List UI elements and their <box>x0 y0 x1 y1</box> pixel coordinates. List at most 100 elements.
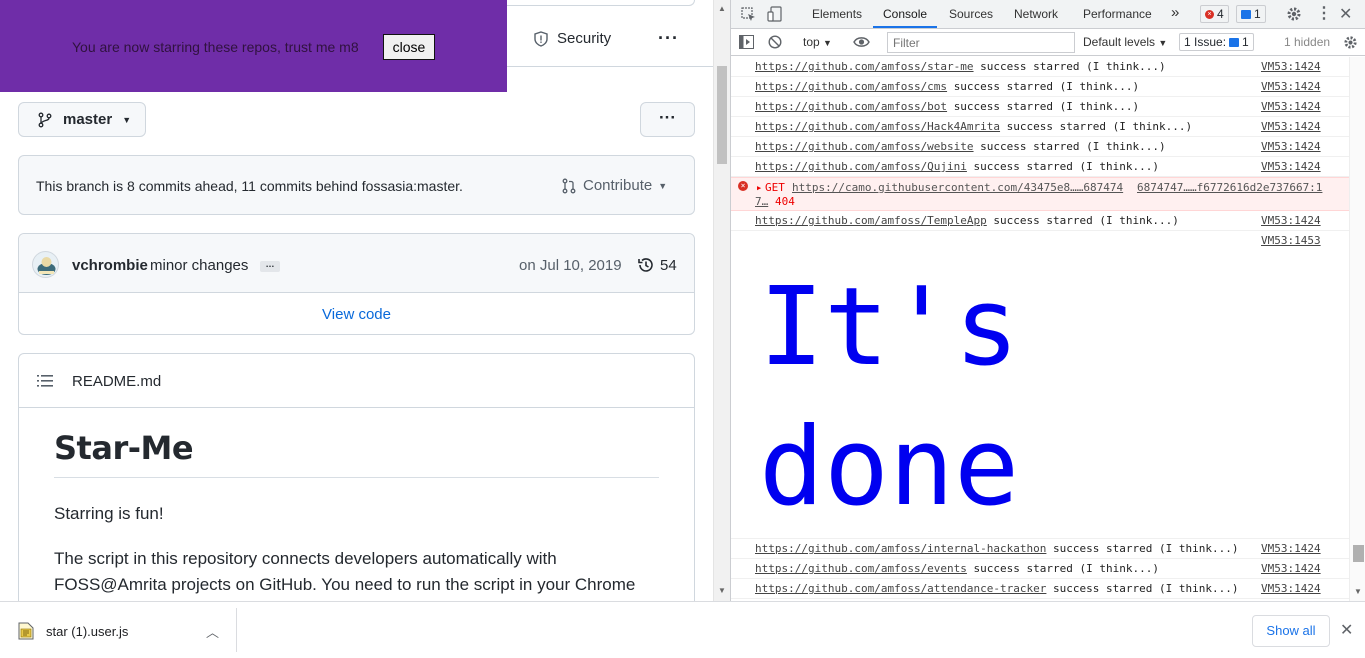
log-url-link[interactable]: https://github.com/amfoss/website <box>755 140 974 153</box>
message-count-badge[interactable]: 1 <box>1236 5 1266 23</box>
readme-filename: README.md <box>72 373 162 390</box>
commit-author[interactable]: vchrombie <box>72 257 148 274</box>
log-message: success starred (I think...) <box>1006 120 1193 133</box>
log-url-link[interactable]: https://github.com/amfoss/attendance-tra… <box>755 582 1046 595</box>
tab-elements[interactable]: Elements <box>812 7 862 21</box>
error-method: GET <box>765 181 785 194</box>
tab-performance[interactable]: Performance <box>1083 7 1152 21</box>
scrollbar-thumb[interactable] <box>717 66 727 164</box>
log-source-link[interactable]: VM53:1424 <box>1261 211 1321 230</box>
log-url-link[interactable]: https://github.com/amfoss/TempleApp <box>755 214 987 227</box>
tab-sources[interactable]: Sources <box>949 7 993 21</box>
issues-label: 1 Issue: <box>1184 35 1227 49</box>
starring-banner: You are now starring these repos, trust … <box>0 0 507 92</box>
view-code-link[interactable]: View code <box>19 306 694 323</box>
console-settings-gear-icon[interactable] <box>1343 35 1358 50</box>
log-url-link[interactable]: https://github.com/amfoss/internal-hacka… <box>755 542 1046 555</box>
clear-console-icon[interactable] <box>768 35 782 49</box>
commit-message[interactable]: minor changes <box>150 257 248 274</box>
log-url-link[interactable]: https://github.com/amfoss/star-me <box>755 60 974 73</box>
sidebar-toggle-icon[interactable] <box>739 35 754 49</box>
error-count-badge[interactable]: × 4 <box>1200 5 1229 23</box>
issue-icon <box>1229 37 1240 47</box>
banner-close-button[interactable]: close <box>383 34 435 60</box>
devtools-panel: Elements Console Sources Network Perform… <box>730 0 1365 601</box>
shield-icon <box>534 30 548 47</box>
settings-gear-icon[interactable] <box>1286 6 1302 22</box>
close-icon[interactable]: ✕ <box>1340 620 1353 640</box>
issues-button[interactable]: 1 Issue: 1 <box>1179 33 1254 51</box>
chevron-up-icon[interactable]: ︿ <box>206 622 219 641</box>
log-levels-dropdown[interactable]: Default levels ▼ <box>1083 35 1167 49</box>
log-source-link[interactable]: VM53:1424 <box>1261 539 1321 558</box>
log-source-link[interactable]: VM53:1453 <box>1261 231 1321 250</box>
close-devtools-icon[interactable]: ✕ <box>1339 4 1352 24</box>
error-source-link[interactable]: 6874747……f6772616d2e737667:1 <box>1137 181 1322 195</box>
avatar[interactable] <box>32 251 59 278</box>
tab-network[interactable]: Network <box>1014 7 1058 21</box>
error-status: 404 <box>775 195 795 208</box>
context-selector[interactable]: top ▼ <box>803 35 832 49</box>
branch-status-box: This branch is 8 commits ahead, 11 commi… <box>18 155 695 215</box>
scroll-up-icon[interactable]: ▲ <box>718 4 726 13</box>
eye-icon[interactable] <box>853 36 870 48</box>
scroll-down-icon[interactable]: ▼ <box>1354 587 1362 596</box>
download-item[interactable]: star (1).user.js <box>18 622 128 640</box>
scroll-down-icon[interactable]: ▼ <box>718 586 726 595</box>
repo-nav-more-button[interactable]: ··· <box>658 28 679 49</box>
commit-expand-button[interactable]: … <box>260 260 280 272</box>
console-toolbar: top ▼ Default levels ▼ 1 Issue: 1 1 hidd… <box>731 30 1365 56</box>
readme-title: Star-Me <box>54 429 659 478</box>
log-url-link[interactable]: https://github.com/amfoss/Hack4Amrita <box>755 120 1000 133</box>
log-url-link[interactable]: https://github.com/amfoss/cms <box>755 80 947 93</box>
console-log-row: https://github.com/amfoss/attendance-tra… <box>731 579 1349 599</box>
commit-history-link[interactable]: 54 <box>637 256 677 274</box>
history-icon <box>638 258 653 272</box>
caret-down-icon: ▼ <box>1158 38 1168 48</box>
commit-count: 54 <box>660 256 677 274</box>
github-page: You are now starring these repos, trust … <box>0 0 713 601</box>
git-branch-icon <box>38 112 52 127</box>
contribute-button[interactable]: Contribute ▼ <box>561 177 667 194</box>
log-source-link[interactable]: VM53:1424 <box>1261 157 1321 176</box>
log-url-link[interactable]: https://github.com/amfoss/events <box>755 562 967 575</box>
page-scrollbar[interactable]: ▲ ▼ <box>713 0 730 601</box>
log-message: success starred (I think...) <box>953 80 1140 93</box>
console-scrollbar[interactable]: ▼ <box>1349 57 1365 601</box>
expand-triangle-icon[interactable]: ▶ <box>757 181 761 195</box>
error-url-link[interactable]: https://camo.githubusercontent.com/43475… <box>792 181 1123 195</box>
branch-select-button[interactable]: master ▼ <box>18 102 146 137</box>
log-message: success starred (I think...) <box>973 562 1159 575</box>
message-icon <box>1241 9 1251 19</box>
latest-commit-box: vchrombie minor changes … on Jul 10, 201… <box>18 233 695 335</box>
tab-security[interactable]: Security <box>533 30 611 47</box>
log-source-link[interactable]: VM53:1424 <box>1261 77 1321 96</box>
console-output: https://github.com/amfoss/star-me succes… <box>731 57 1349 601</box>
console-filter-input[interactable] <box>887 32 1075 53</box>
tab-console[interactable]: Console <box>883 7 927 21</box>
list-icon[interactable] <box>37 374 53 388</box>
console-scrollbar-thumb[interactable] <box>1353 545 1364 562</box>
log-source-link[interactable]: VM53:1424 <box>1261 57 1321 76</box>
show-all-button[interactable]: Show all <box>1252 615 1330 647</box>
log-url-link[interactable]: https://github.com/amfoss/Qujini <box>755 160 967 173</box>
kebab-menu-icon[interactable]: ⋮ <box>1316 3 1332 23</box>
branch-more-button[interactable]: ··· <box>640 102 695 137</box>
device-toolbar-icon[interactable] <box>767 6 783 22</box>
more-tabs-button[interactable]: » <box>1171 4 1179 21</box>
log-message: success starred (I think...) <box>1053 542 1239 555</box>
log-message: success starred (I think...) <box>980 60 1166 73</box>
log-source-link[interactable]: VM53:1424 <box>1261 117 1321 136</box>
log-message: success starred (I think...) <box>1053 582 1239 595</box>
log-source-link[interactable]: VM53:1424 <box>1261 579 1321 598</box>
inspect-element-icon[interactable] <box>741 7 756 22</box>
commit-date[interactable]: on Jul 10, 2019 <box>519 257 622 274</box>
log-source-link[interactable]: VM53:1424 <box>1261 137 1321 156</box>
log-source-link[interactable]: VM53:1424 <box>1261 97 1321 116</box>
error-source-link-cont[interactable]: 7… <box>755 195 768 209</box>
log-source-link[interactable]: VM53:1424 <box>1261 559 1321 578</box>
log-message: success starred (I think...) <box>980 140 1166 153</box>
caret-down-icon: ▼ <box>823 38 832 48</box>
log-url-link[interactable]: https://github.com/amfoss/bot <box>755 100 947 113</box>
log-message: success starred (I think...) <box>973 160 1159 173</box>
